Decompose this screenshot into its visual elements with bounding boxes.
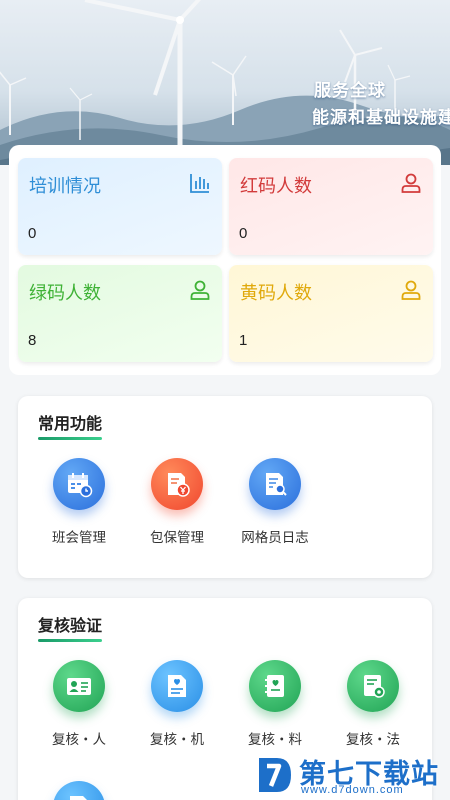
function-label: 复核・人: [52, 732, 106, 747]
section-title: 复核验证: [38, 612, 103, 642]
stat-title: 绿码人数: [29, 283, 101, 303]
stats-panel: 培训情况 0 红码人数 0 绿码人数 8 黄码人数 1: [9, 145, 441, 375]
stat-value: 1: [239, 332, 248, 349]
function-class-meeting[interactable]: 班会管理: [31, 458, 127, 546]
function-label: 班会管理: [52, 530, 106, 545]
review-machine[interactable]: 复核・机: [129, 660, 225, 748]
review-material[interactable]: 复核・料: [227, 660, 323, 748]
function-label: 复核・机: [150, 732, 204, 747]
stat-card-training[interactable]: 培训情况 0: [18, 158, 222, 255]
review-next-item[interactable]: [31, 781, 127, 800]
stat-value: 8: [28, 332, 37, 349]
section-title: 常用功能: [38, 410, 103, 440]
id-card-icon: [53, 660, 105, 712]
function-label: 网格员日志: [241, 530, 309, 545]
banner-slogan: 服务全球 能源和基础设施建: [312, 76, 450, 128]
notebook-heart-icon: [249, 660, 301, 712]
document-icon: [53, 781, 105, 800]
section-title-underline: [38, 639, 103, 642]
stat-card-yellow-code[interactable]: 黄码人数 1: [229, 265, 433, 362]
function-label: 复核・法: [346, 732, 400, 747]
slogan-line-2: 能源和基础设施建: [312, 108, 450, 127]
function-label: 包保管理: [150, 530, 204, 545]
stat-title: 黄码人数: [240, 283, 312, 303]
bar-chart-icon: [190, 174, 209, 193]
site-watermark: 第七下载站 www.d7down.com: [255, 750, 447, 796]
document-yen-icon: [151, 458, 203, 510]
person-icon: [190, 280, 210, 300]
d7-logo-icon: [259, 758, 291, 792]
stat-value: 0: [28, 225, 37, 242]
section-title-underline: [38, 437, 103, 440]
certificate-gear-icon: [347, 660, 399, 712]
person-icon: [401, 280, 421, 300]
function-grid-member-log[interactable]: 网格员日志: [227, 458, 323, 546]
stat-title: 培训情况: [29, 176, 101, 196]
stat-card-red-code[interactable]: 红码人数 0: [229, 158, 433, 255]
function-guarantee-management[interactable]: 包保管理: [129, 458, 225, 546]
common-functions-section: 常用功能 班会管理 包保管理 网格员日志: [18, 396, 432, 578]
watermark-url: www.d7down.com: [301, 784, 404, 796]
hero-banner: 服务全球 能源和基础设施建: [0, 0, 450, 165]
review-method[interactable]: 复核・法: [325, 660, 421, 748]
section-title-text: 常用功能: [38, 416, 103, 433]
review-person[interactable]: 复核・人: [31, 660, 127, 748]
person-icon: [401, 173, 421, 193]
document-search-icon: [249, 458, 301, 510]
function-label: 复核・料: [248, 732, 302, 747]
calendar-clock-icon: [53, 458, 105, 510]
stat-card-green-code[interactable]: 绿码人数 8: [18, 265, 222, 362]
slogan-line-1: 服务全球: [314, 81, 386, 100]
stat-title: 红码人数: [240, 176, 312, 196]
section-title-text: 复核验证: [38, 618, 103, 635]
document-heart-icon: [151, 660, 203, 712]
stat-value: 0: [239, 225, 248, 242]
